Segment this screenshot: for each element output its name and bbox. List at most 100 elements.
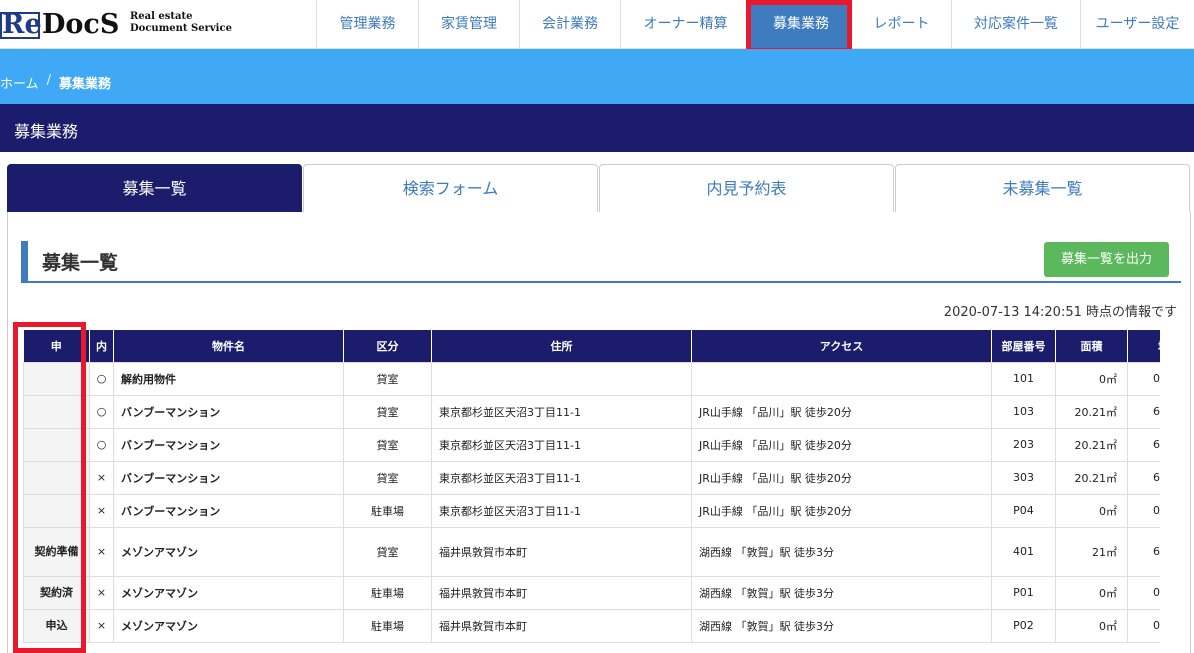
- col-header-property-name[interactable]: 物件名: [113, 330, 344, 362]
- cell-category: 貸室: [343, 427, 432, 462]
- table-row[interactable]: ○ 解約用物件 貸室 101 0㎡ 0: [23, 361, 1160, 396]
- cell-room-number: 101: [991, 361, 1056, 396]
- cell-tsubo: 0: [1127, 608, 1160, 643]
- cell-category: 貸室: [343, 460, 432, 495]
- cell-access: JR山手線 「品川」駅 徒歩20分: [691, 493, 992, 528]
- col-header-room-number[interactable]: 部屋番号: [991, 330, 1056, 362]
- logo[interactable]: Re DocS Real estate Document Service: [0, 0, 300, 49]
- export-button[interactable]: 募集一覧を出力: [1044, 242, 1169, 277]
- cell-access: JR山手線 「品川」駅 徒歩20分: [691, 394, 992, 429]
- nav-item-accounting[interactable]: 会計業務: [519, 0, 620, 48]
- cell-room-number: P01: [991, 575, 1056, 610]
- cell-area: 20.21㎡: [1055, 394, 1128, 429]
- cell-category: 貸室: [343, 526, 432, 577]
- page-title-band: 募集業務: [0, 104, 1194, 152]
- cell-access: [691, 361, 992, 396]
- section-header: 募集一覧: [21, 241, 1181, 283]
- cell-address: 東京都杉並区天沼3丁目11-1: [431, 394, 692, 429]
- col-header-category[interactable]: 区分: [343, 330, 432, 362]
- cell-category: 駐車場: [343, 493, 432, 528]
- cell-property-name[interactable]: バンブーマンション: [113, 394, 344, 429]
- table-header-row: 申 内 物件名 区分 住所 アクセス 部屋番号 面積 坪: [23, 330, 1160, 362]
- breadcrumb-home[interactable]: ホーム: [0, 73, 39, 92]
- cell-category: 駐車場: [343, 608, 432, 643]
- table-row[interactable]: 申込 × メゾンアマゾン 駐車場 福井県敦賀市本町 湖西線 「敦賀」駅 徒歩3分…: [23, 608, 1160, 643]
- col-header-address[interactable]: 住所: [431, 330, 692, 362]
- cell-area: 21㎡: [1055, 526, 1128, 577]
- listing-table-wrapper[interactable]: 申 内 物件名 区分 住所 アクセス 部屋番号 面積 坪 ○ 解約用物件 貸室: [23, 330, 1160, 653]
- nav-item-owner-settlement[interactable]: オーナー精算: [620, 0, 750, 48]
- cell-tsubo: 0: [1127, 361, 1160, 396]
- cell-property-name[interactable]: バンブーマンション: [113, 493, 344, 528]
- table-row[interactable]: × バンブーマンション 駐車場 東京都杉並区天沼3丁目11-1 JR山手線 「品…: [23, 493, 1160, 528]
- section-accent-bar: [21, 241, 28, 281]
- nav-item-user-settings[interactable]: ユーザー設定: [1080, 0, 1194, 48]
- table-row[interactable]: 契約準備 × メゾンアマゾン 貸室 福井県敦賀市本町 湖西線 「敦賀」駅 徒歩3…: [23, 526, 1160, 577]
- cell-room-number: P04: [991, 493, 1056, 528]
- cell-property-name[interactable]: 解約用物件: [113, 361, 344, 396]
- table-row[interactable]: × バンブーマンション 貸室 東京都杉並区天沼3丁目11-1 JR山手線 「品川…: [23, 460, 1160, 495]
- cell-access: JR山手線 「品川」駅 徒歩20分: [691, 460, 992, 495]
- cell-area: 0㎡: [1055, 493, 1128, 528]
- breadcrumb-separator: /: [46, 73, 52, 88]
- cell-viewing-mark: ×: [89, 526, 114, 577]
- cell-address: 福井県敦賀市本町: [431, 608, 692, 643]
- table-row[interactable]: ○ バンブーマンション 貸室 東京都杉並区天沼3丁目11-1 JR山手線 「品川…: [23, 394, 1160, 429]
- cell-address: 福井県敦賀市本町: [431, 526, 692, 577]
- cell-address: 東京都杉並区天沼3丁目11-1: [431, 493, 692, 528]
- cell-address: 東京都杉並区天沼3丁目11-1: [431, 460, 692, 495]
- cell-property-name[interactable]: バンブーマンション: [113, 427, 344, 462]
- table-row[interactable]: 契約済 × メゾンアマゾン 駐車場 福井県敦賀市本町 湖西線 「敦賀」駅 徒歩3…: [23, 575, 1160, 610]
- cell-area: 20.21㎡: [1055, 427, 1128, 462]
- cell-room-number: P02: [991, 608, 1056, 643]
- cell-category: 貸室: [343, 394, 432, 429]
- col-header-access[interactable]: アクセス: [691, 330, 992, 362]
- tab-viewing-schedule[interactable]: 内見予約表: [599, 164, 894, 213]
- content-panel: 募集一覧 募集一覧を出力 2020-07-13 14:20:51 時点の情報です…: [7, 212, 1191, 653]
- tab-search-form[interactable]: 検索フォーム: [303, 164, 598, 213]
- cell-property-name[interactable]: バンブーマンション: [113, 460, 344, 495]
- logo-subtitle: Real estate Document Service: [130, 11, 232, 34]
- nav-item-rent[interactable]: 家賃管理: [418, 0, 519, 48]
- cell-tsubo: 6.3: [1127, 526, 1160, 577]
- breadcrumb: ホーム / 募集業務: [0, 73, 111, 92]
- nav-item-management[interactable]: 管理業務: [316, 0, 418, 48]
- cell-room-number: 103: [991, 394, 1056, 429]
- section-title: 募集一覧: [42, 252, 119, 274]
- cell-viewing-mark: ○: [89, 427, 114, 462]
- cell-category: 駐車場: [343, 575, 432, 610]
- cell-address: 福井県敦賀市本町: [431, 575, 692, 610]
- top-header: Re DocS Real estate Document Service 管理業…: [0, 0, 1194, 49]
- cell-area: 20.21㎡: [1055, 460, 1128, 495]
- tab-bar: 募集一覧 検索フォーム 内見予約表 未募集一覧: [7, 164, 1191, 213]
- cell-access: 湖西線 「敦賀」駅 徒歩3分: [691, 608, 992, 643]
- nav-item-report[interactable]: レポート: [851, 0, 951, 48]
- cell-viewing-mark: ×: [89, 460, 114, 495]
- cell-tsubo: 6.1: [1127, 427, 1160, 462]
- cell-room-number: 203: [991, 427, 1056, 462]
- tab-recruitment-list[interactable]: 募集一覧: [7, 164, 302, 213]
- cell-property-name[interactable]: メゾンアマゾン: [113, 575, 344, 610]
- cell-area: 0㎡: [1055, 575, 1128, 610]
- cell-viewing-mark: ○: [89, 394, 114, 429]
- cell-address: [431, 361, 692, 396]
- page-title: 募集業務: [14, 122, 79, 141]
- col-header-tsubo[interactable]: 坪: [1127, 330, 1160, 362]
- logo-docs-text: DocS: [42, 9, 120, 40]
- application-column-highlight-box: [13, 322, 86, 653]
- tab-unrecruited-list[interactable]: 未募集一覧: [895, 164, 1190, 213]
- cell-area: 0㎡: [1055, 361, 1128, 396]
- col-header-viewing[interactable]: 内: [89, 330, 114, 362]
- cell-viewing-mark: ×: [89, 608, 114, 643]
- cell-tsubo: 0: [1127, 575, 1160, 610]
- col-header-area[interactable]: 面積: [1055, 330, 1128, 362]
- cell-access: JR山手線 「品川」駅 徒歩20分: [691, 427, 992, 462]
- table-row[interactable]: ○ バンブーマンション 貸室 東京都杉並区天沼3丁目11-1 JR山手線 「品川…: [23, 427, 1160, 462]
- cell-area: 0㎡: [1055, 608, 1128, 643]
- cell-property-name[interactable]: メゾンアマゾン: [113, 608, 344, 643]
- cell-tsubo: 0: [1127, 493, 1160, 528]
- cell-viewing-mark: ×: [89, 575, 114, 610]
- cell-viewing-mark: ×: [89, 493, 114, 528]
- cell-property-name[interactable]: メゾンアマゾン: [113, 526, 344, 577]
- nav-item-cases[interactable]: 対応案件一覧: [951, 0, 1080, 48]
